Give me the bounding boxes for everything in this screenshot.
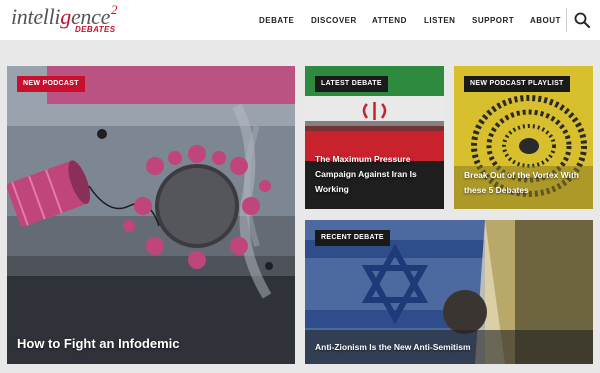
feature-tile-iran[interactable]: LATEST DEBATE The Maximum Pressure Campa… xyxy=(305,66,444,209)
virus-illustration xyxy=(7,66,295,364)
tile-title[interactable]: Anti-Zionism Is the New Anti-Semitism xyxy=(315,341,585,353)
site-header: intelligence 2 DEBATES DEBATE DISCOVER A… xyxy=(0,0,600,40)
tile-title[interactable]: The Maximum Pressure Campaign Against Ir… xyxy=(315,152,437,197)
feature-tile-playlist[interactable]: NEW PODCAST PLAYLIST Break Out of the Vo… xyxy=(454,66,593,209)
nav-support[interactable]: SUPPORT xyxy=(472,16,514,25)
nav-attend[interactable]: ATTEND xyxy=(372,16,407,25)
logo-subtitle: DEBATES xyxy=(75,25,116,34)
tile-tag: LATEST DEBATE xyxy=(315,76,388,92)
site-logo[interactable]: intelligence 2 DEBATES xyxy=(11,2,123,36)
tile-title[interactable]: How to Fight an Infodemic xyxy=(17,336,287,352)
feature-tile-infodemic[interactable]: NEW PODCAST How to Fight an Infodemic xyxy=(7,66,295,364)
nav-discover[interactable]: DISCOVER xyxy=(311,16,357,25)
search-icon[interactable] xyxy=(573,11,591,29)
nav-about[interactable]: ABOUT xyxy=(530,16,561,25)
tile-title[interactable]: Break Out of the Vortex With these 5 Deb… xyxy=(464,168,588,198)
logo-superscript: 2 xyxy=(111,2,118,17)
tile-tag: NEW PODCAST xyxy=(17,76,85,92)
nav-listen[interactable]: LISTEN xyxy=(424,16,455,25)
nav-divider xyxy=(566,8,567,32)
feature-tile-zionism[interactable]: RECENT DEBATE Anti-Zionism Is the New An… xyxy=(305,220,593,364)
tile-tag: RECENT DEBATE xyxy=(315,230,390,246)
tile-tag: NEW PODCAST PLAYLIST xyxy=(464,76,570,92)
nav-debate[interactable]: DEBATE xyxy=(259,16,294,25)
